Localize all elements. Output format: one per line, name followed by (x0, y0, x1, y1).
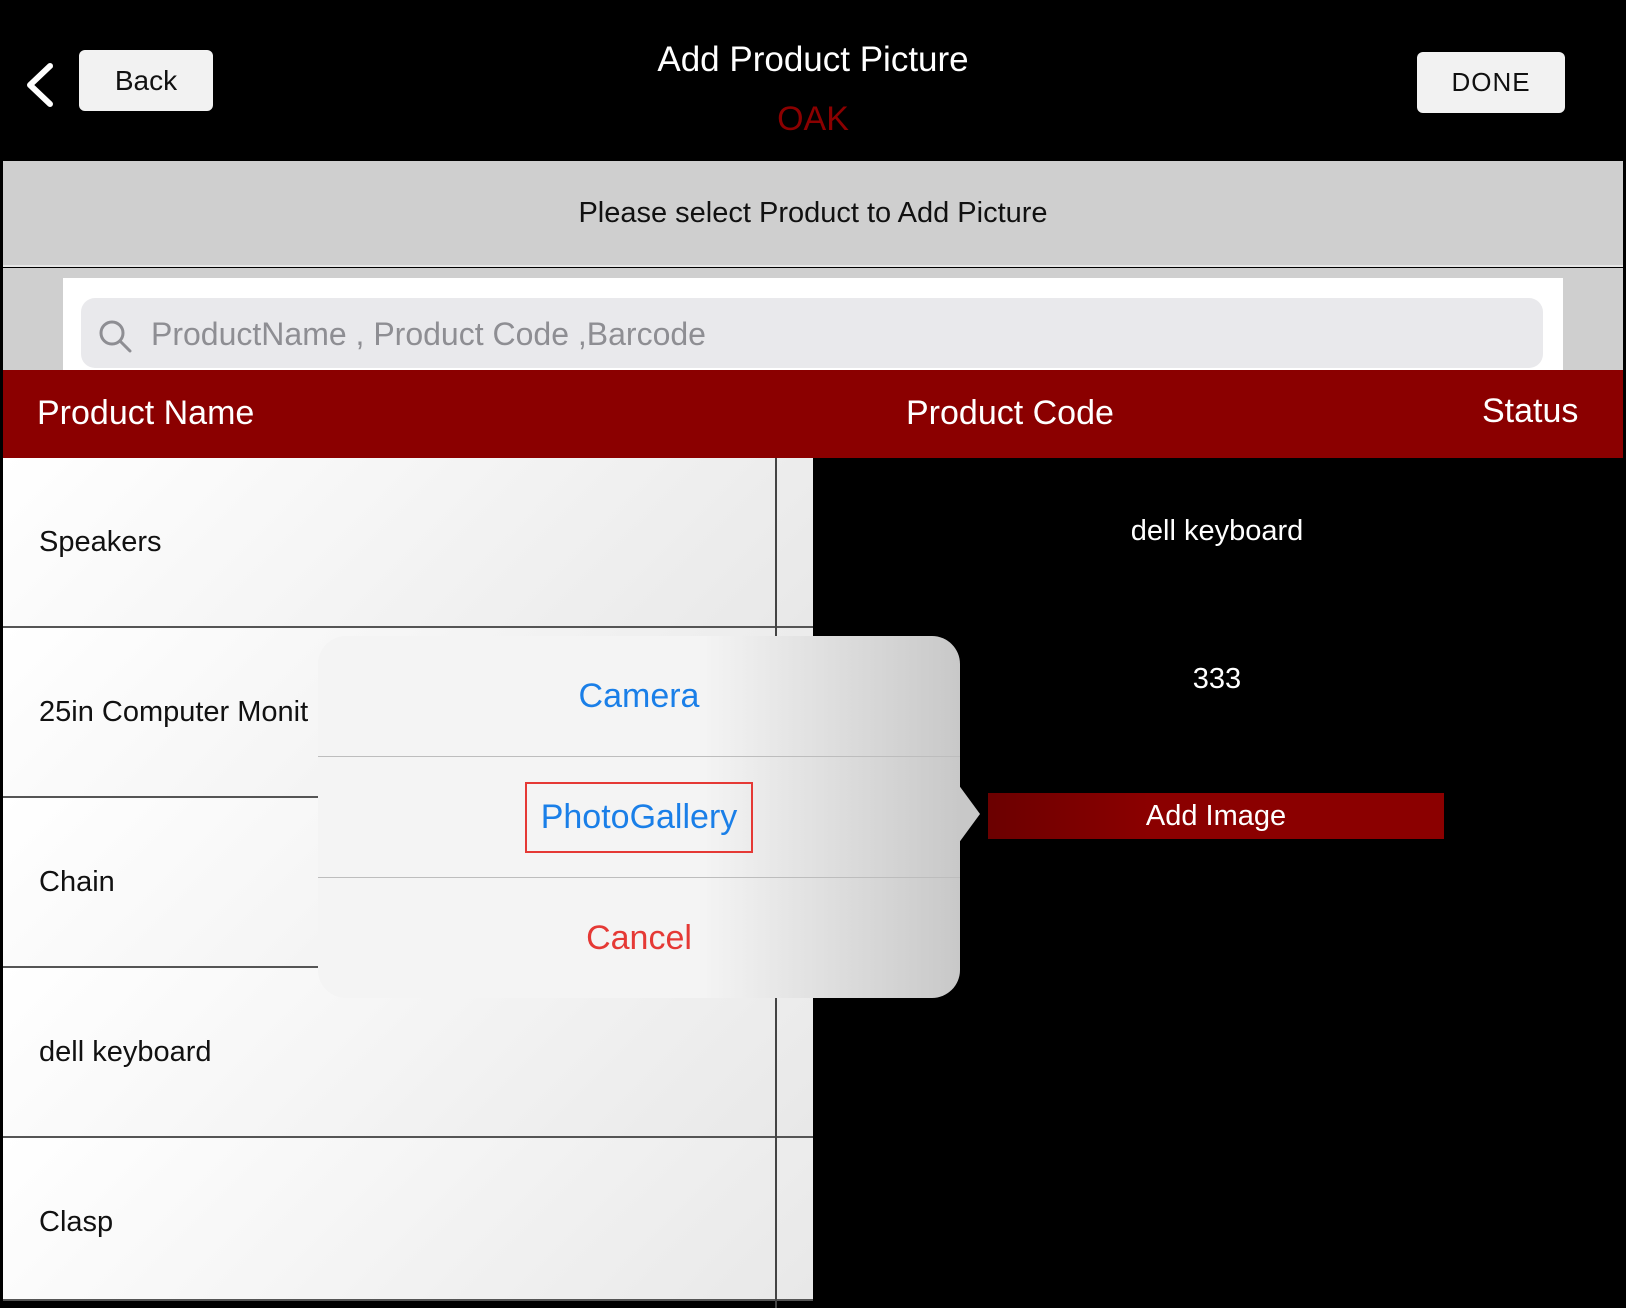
photo-gallery-option[interactable]: PhotoGallery (524, 781, 754, 853)
product-name: Clasp (39, 1205, 114, 1238)
column-header-product-name: Product Name (37, 394, 255, 432)
column-header-product-code: Product Code (906, 394, 1114, 432)
add-image-button[interactable]: Add Image (988, 793, 1444, 839)
page-title: Add Product Picture (657, 40, 969, 79)
product-name: Chain (39, 865, 115, 898)
done-button[interactable]: DONE (1417, 52, 1565, 113)
product-name: Speakers (39, 525, 162, 558)
search-field[interactable] (81, 298, 1543, 368)
product-name: 25in Computer Monit (39, 695, 309, 728)
instruction-bar: Please select Product to Add Picture (3, 161, 1623, 267)
table-row[interactable]: Speakers (3, 458, 813, 628)
column-divider (775, 1138, 777, 1308)
detail-product-code: 333 (1192, 663, 1242, 695)
column-divider (775, 458, 777, 628)
column-header-status: Status (1482, 392, 1579, 430)
popover-arrow (958, 784, 980, 844)
search-input[interactable] (149, 306, 1533, 362)
nav-bar: Back Add Product Picture OAK DONE (0, 0, 1626, 160)
image-source-popover: Camera PhotoGallery Cancel (318, 636, 960, 998)
search-icon (99, 320, 132, 353)
table-header: Product Name Product Code Status (3, 370, 1623, 458)
page-subtitle: OAK (777, 100, 849, 138)
photo-gallery-option-wrap: PhotoGallery (318, 757, 960, 877)
camera-option[interactable]: Camera (318, 636, 960, 756)
cancel-option[interactable]: Cancel (318, 878, 960, 998)
search-area (3, 268, 1623, 370)
detail-product-name: dell keyboard (1130, 515, 1304, 547)
search-container (63, 278, 1563, 370)
product-name: dell keyboard (39, 1035, 212, 1068)
table-row[interactable]: Clasp (3, 1138, 813, 1308)
